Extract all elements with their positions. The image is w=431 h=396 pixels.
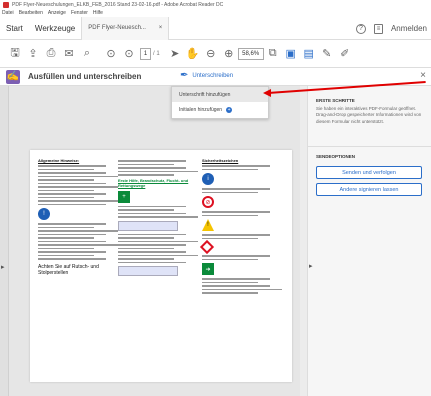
draw-icon[interactable]: ✎: [318, 45, 336, 63]
escape-route-icon: ➜: [202, 263, 214, 275]
document-heading-2: Erste Hilfe, Brandschutz, Flucht- und Re…: [118, 177, 189, 188]
page-total: / 1: [153, 50, 160, 57]
send-track-button[interactable]: Senden und verfolgen: [316, 166, 422, 179]
add-signature-label: Unterschrift hinzufügen: [179, 91, 231, 98]
first-steps-text: Sie haben ein interaktives PDF-Formular …: [316, 106, 422, 124]
hand-tool-icon[interactable]: ✋: [184, 45, 202, 63]
highlight-icon[interactable]: ▤: [300, 45, 318, 63]
search-icon[interactable]: ⌕: [78, 45, 96, 63]
add-plus-icon: +: [226, 106, 233, 113]
zoom-level-select[interactable]: 58,6%: [237, 47, 264, 60]
window-title: PDF Flyer-Neueschulungen_ELKB_FEB_2016 S…: [12, 1, 224, 8]
add-initials-label: Initialen hinzufügen: [179, 106, 223, 113]
close-icon[interactable]: ×: [420, 70, 426, 81]
chevron-right-icon[interactable]: ▸: [1, 263, 5, 271]
first-steps-section: ERSTE SCHRITTE Sie haben ein interaktive…: [316, 98, 424, 125]
warning-sign-icon: !: [202, 219, 214, 231]
document-text-rutsch: Achten Sie auf Rutsch- und Stolperstelle…: [38, 263, 99, 276]
tab-start[interactable]: Start: [0, 17, 29, 40]
left-nav-strip[interactable]: ▸: [0, 86, 9, 396]
sign-dropdown-menu: Unterschrift hinzufügen Initialen hinzuf…: [171, 86, 269, 119]
tab-document[interactable]: PDF Flyer-Neuesch... ×: [81, 16, 170, 40]
signin-link[interactable]: Anmelden: [391, 24, 427, 33]
panel-divider: [308, 146, 431, 147]
others-sign-button[interactable]: Andere signieren lassen: [316, 183, 422, 196]
toolbar: 🖫 ⇪ ⎙ ✉ ⌕ ⊙ ⊙ 1 / 1 ➤ ✋ ⊖ ⊕ 58,6% ⧉ ▣ ▤ …: [0, 40, 431, 68]
info-symbol-icon: !: [38, 208, 50, 220]
pen-icon[interactable]: ✐: [336, 45, 354, 63]
annotation-arrow-head: [263, 89, 271, 97]
page-down-icon[interactable]: ⊙: [120, 45, 138, 63]
page-up-icon[interactable]: ⊙: [102, 45, 120, 63]
tab-bar: Start Werkzeuge PDF Flyer-Neuesch... × ?…: [0, 16, 431, 40]
document-column-2: Erste Hilfe, Brandschutz, Flucht- und Re…: [118, 158, 198, 279]
tab-tools[interactable]: Werkzeuge: [29, 17, 81, 40]
comment-icon[interactable]: ▣: [282, 45, 300, 63]
add-signature-item[interactable]: Unterschrift hinzufügen: [172, 87, 268, 102]
hazard-diamond-icon: [199, 239, 215, 255]
first-aid-icon: +: [118, 190, 130, 203]
fill-sign-icon: ✍: [6, 69, 20, 84]
tab-document-label: PDF Flyer-Neuesch...: [88, 25, 146, 31]
fill-sign-bar: ✍ Ausfüllen und unterschreiben ✒ Untersc…: [0, 68, 431, 86]
prohibition-sign-icon: ⊘: [202, 196, 214, 208]
menu-hilfe[interactable]: Hilfe: [93, 10, 103, 16]
sign-button-label: Unterschreiben: [192, 72, 234, 79]
tab-close-icon[interactable]: ×: [159, 25, 163, 31]
document-scrollbar[interactable]: [300, 86, 307, 396]
document-heading-1: Allgemeine Hinweise:: [38, 158, 80, 163]
fit-page-icon[interactable]: ⧉: [264, 45, 282, 63]
form-field-2[interactable]: [118, 266, 178, 276]
zoom-in-icon[interactable]: ⊕: [220, 45, 238, 63]
print-icon[interactable]: ⎙: [42, 45, 60, 63]
send-options-title: SENDEOPTIONEN: [316, 154, 356, 159]
notification-icon[interactable]: ≡: [373, 23, 383, 34]
chevron-right-icon[interactable]: ▸: [309, 262, 313, 270]
right-panel: ▸ ERSTE SCHRITTE Sie haben ein interakti…: [307, 86, 431, 396]
sign-button[interactable]: ✒ Unterschreiben: [180, 70, 233, 81]
menu-fenster[interactable]: Fenster: [71, 10, 88, 16]
help-icon[interactable]: ?: [355, 23, 366, 34]
email-icon[interactable]: ✉: [60, 45, 78, 63]
pdf-page: Allgemeine Hinweise: ! Achten Sie auf Ru…: [30, 150, 292, 382]
add-initials-item[interactable]: Initialen hinzufügen +: [172, 102, 268, 117]
save-icon[interactable]: 🖫: [6, 45, 24, 63]
page-number-input[interactable]: 1: [140, 47, 151, 60]
acrobat-app-icon: [3, 1, 9, 8]
zoom-out-icon[interactable]: ⊖: [202, 45, 220, 63]
title-bar: PDF Flyer-Neueschulungen_ELKB_FEB_2016 S…: [0, 0, 431, 9]
send-options-section: SENDEOPTIONEN: [316, 154, 355, 162]
form-field-1[interactable]: [118, 220, 178, 231]
document-column-1: Allgemeine Hinweise: ! Achten Sie auf Ru…: [38, 158, 118, 276]
menu-bearbeiten[interactable]: Bearbeiten: [19, 10, 43, 16]
mandatory-sign-icon: i: [202, 173, 214, 185]
menu-datei[interactable]: Datei: [2, 10, 14, 16]
select-cursor-icon[interactable]: ➤: [166, 45, 184, 63]
sign-pen-icon: ✒: [180, 70, 189, 81]
document-heading-3: Sicherheitszeichen: [202, 158, 239, 163]
document-column-3: Sicherheitszeichen i ⊘ ! ➜: [199, 158, 282, 296]
menu-anzeige[interactable]: Anzeige: [48, 10, 66, 16]
upload-icon[interactable]: ⇪: [24, 45, 42, 63]
fill-sign-title[interactable]: Ausfüllen und unterschreiben: [28, 72, 141, 81]
first-steps-title: ERSTE SCHRITTE: [316, 98, 355, 103]
